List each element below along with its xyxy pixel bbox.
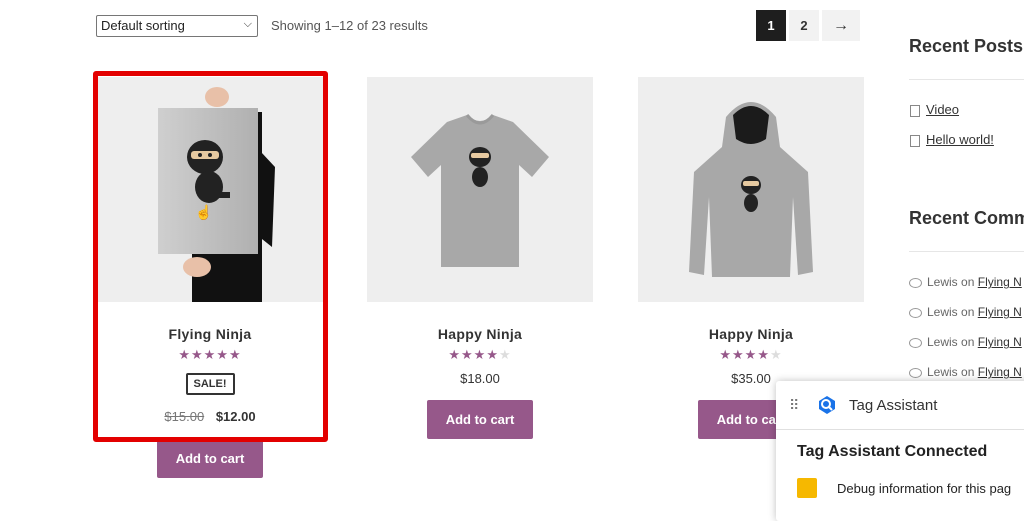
comment-post-link[interactable]: Flying N xyxy=(978,275,1022,289)
drag-handle-icon[interactable]: ⠿ xyxy=(789,397,803,414)
old-price: $15.00 xyxy=(164,409,205,424)
page-2-button[interactable]: 2 xyxy=(789,10,819,41)
comment-icon xyxy=(909,307,922,318)
sort-select[interactable]: Default sorting ⌵ xyxy=(96,15,258,37)
product-title[interactable]: Flying Ninja xyxy=(97,326,323,342)
result-count: Showing 1–12 of 23 results xyxy=(271,18,428,33)
recent-comments-title: Recent Comm xyxy=(909,208,1024,228)
debug-info-row[interactable]: Debug information for this pag xyxy=(797,478,1024,498)
sale-badge: SALE! xyxy=(185,373,235,395)
add-to-cart-button[interactable]: Add to cart xyxy=(156,439,264,478)
post-link[interactable]: Hello world! xyxy=(926,132,994,147)
product-title[interactable]: Happy Ninja xyxy=(367,326,593,342)
divider xyxy=(909,251,1024,252)
debug-info-icon xyxy=(797,478,817,498)
star-rating: ★★★★★ xyxy=(719,347,783,362)
star-rating: ★★★★★ xyxy=(178,347,242,362)
sort-selected-value: Default sorting xyxy=(101,18,185,33)
product-image-poster[interactable]: ☝ xyxy=(97,77,323,302)
tag-assistant-header: ⠿ Tag Assistant xyxy=(776,381,1024,429)
tag-assistant-title: Tag Assistant xyxy=(849,396,938,414)
comment-post-link[interactable]: Flying N xyxy=(978,365,1022,379)
document-icon xyxy=(910,134,920,147)
comment-post-link[interactable]: Flying N xyxy=(978,305,1022,319)
recent-post-item: Hello world! xyxy=(910,132,994,147)
divider xyxy=(909,79,1024,80)
recent-post-item: Video xyxy=(910,102,959,117)
comment-icon xyxy=(909,277,922,288)
debug-info-text: Debug information for this pag xyxy=(837,480,1012,496)
add-to-cart-button[interactable]: Add to cart xyxy=(426,400,534,439)
page-1-button[interactable]: 1 xyxy=(756,10,786,41)
connection-status: Tag Assistant Connected xyxy=(797,443,988,460)
comment-item: Lewis on Flying N xyxy=(909,275,1022,289)
svg-text:☝: ☝ xyxy=(195,203,212,221)
next-page-button[interactable]: → xyxy=(822,10,860,41)
document-icon xyxy=(910,104,920,117)
comment-item: Lewis on Flying N xyxy=(909,305,1022,319)
recent-posts-title: Recent Posts xyxy=(909,36,1024,56)
product-image-hoodie[interactable] xyxy=(638,77,864,302)
comment-icon xyxy=(909,337,922,348)
sale-price: $12.00 xyxy=(215,409,256,424)
tag-assistant-logo-icon xyxy=(819,396,835,414)
tag-assistant-panel: ⠿ Tag Assistant Tag Assistant Connected … xyxy=(776,381,1024,521)
pagination: 1 2 → xyxy=(756,10,860,41)
comment-post-link[interactable]: Flying N xyxy=(978,335,1022,349)
star-rating: ★★★★★ xyxy=(448,347,512,362)
post-link[interactable]: Video xyxy=(926,102,959,117)
product-title[interactable]: Happy Ninja xyxy=(638,326,864,342)
product-image-tshirt[interactable] xyxy=(367,77,593,302)
product-price: $18.00 xyxy=(460,371,500,386)
product-card-flying-ninja: ☝ Flying Ninja ★★★★★ SALE! $15.00 $12.00… xyxy=(97,77,323,478)
product-card-happy-ninja-tshirt: Happy Ninja ★★★★★ $18.00 Add to cart xyxy=(367,77,593,439)
comment-item: Lewis on Flying N xyxy=(909,335,1022,349)
divider xyxy=(776,429,1024,430)
comment-icon xyxy=(909,367,922,378)
chevron-down-icon: ⌵ xyxy=(243,18,252,30)
comment-item: Lewis on Flying N xyxy=(909,365,1022,379)
product-price: $15.00 $12.00 xyxy=(97,409,323,424)
